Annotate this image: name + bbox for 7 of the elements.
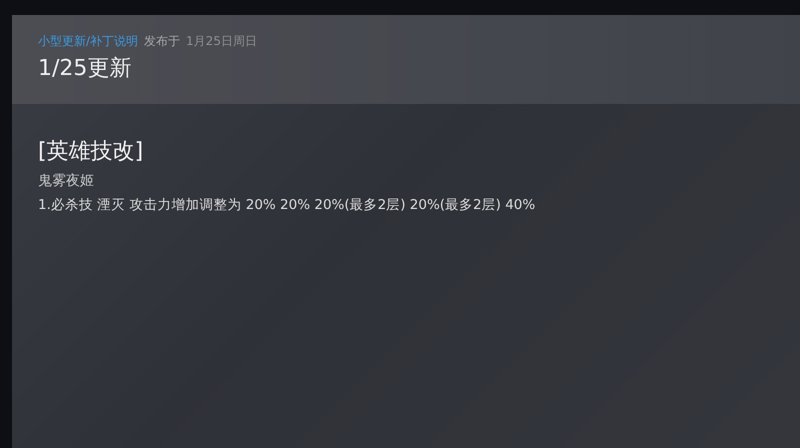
post-date: 1月25日周日 xyxy=(186,33,257,50)
category-link[interactable]: 小型更新/补丁说明 xyxy=(38,33,138,50)
change-note: 1.必杀技 湮灭 攻击力增加调整为 20% 20% 20%(最多2层) 20%(最多2层) 40% xyxy=(38,196,536,214)
posted-label: 发布于 xyxy=(144,33,180,50)
section-title: [英雄技改] xyxy=(38,138,144,166)
hero-name: 鬼雾夜姬 xyxy=(38,172,95,190)
update-title: 1/25更新 xyxy=(38,55,132,83)
